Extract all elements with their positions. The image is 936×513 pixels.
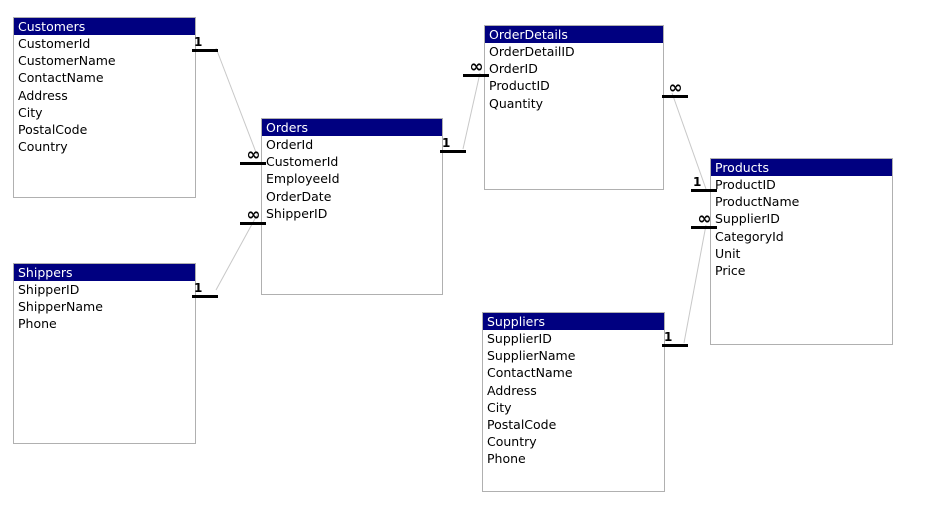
entity-field: CustomerName (18, 53, 116, 69)
entity-field: City (18, 104, 43, 120)
entity-table-customers[interactable]: Customers CustomerId CustomerName ContactNa… (13, 17, 196, 198)
entity-field: PostalCode (18, 122, 88, 138)
entity-field: ProductID (715, 177, 776, 192)
entity-field: Phone (18, 316, 57, 332)
entity-field-list-orders: OrderId CustomerId EmployeeId OrderDate Ship… (262, 136, 442, 222)
entity-field: Quantity (489, 95, 544, 111)
entity-title-suppliers: Suppliers (483, 313, 664, 330)
entity-field: CustomerId (266, 154, 339, 170)
entity-field: CategoryId (715, 228, 784, 244)
relationship-line-products-orderdetails (671, 92, 707, 190)
relationship-line-suppliers-products (683, 224, 707, 344)
entity-field-list-customers: CustomerId CustomerName ContactName Address… (14, 35, 195, 155)
entity-field: SupplierID (487, 331, 552, 346)
cardinality-bar (662, 344, 688, 347)
entity-field-list-orderdetails: OrderDetailID OrderID ProductID Quantity (485, 43, 663, 112)
entity-field: Price (715, 263, 746, 279)
entity-field: OrderId (266, 137, 314, 152)
entity-field: ShipperID (266, 205, 328, 221)
entity-field: Country (487, 434, 537, 450)
entity-field: Address (487, 382, 537, 398)
cardinality-bar (440, 150, 466, 153)
entity-table-orderdetails[interactable]: OrderDetails OrderDetailID OrderID ProductI… (484, 25, 664, 190)
entity-table-shippers[interactable]: Shippers ShipperID ShipperName Phone (13, 263, 196, 444)
entity-title-shippers: Shippers (14, 264, 195, 281)
cardinality-symbol: ∞ (668, 78, 682, 98)
entity-table-orders[interactable]: Orders OrderId CustomerId EmployeeId OrderDa… (261, 118, 443, 295)
entity-field: Unit (715, 245, 741, 261)
entity-title-products: Products (711, 159, 892, 176)
entity-field: Country (18, 139, 68, 155)
entity-field: SupplierID (715, 211, 780, 227)
entity-field: EmployeeId (266, 171, 340, 187)
entity-field: ContactName (18, 70, 104, 86)
cardinality-symbol: 1 (442, 136, 451, 150)
entity-field: ProductID (489, 78, 550, 94)
entity-field: ShipperName (18, 299, 103, 315)
cardinality-bar (662, 95, 688, 98)
cardinality-marker-orders-one: 1 (440, 131, 466, 153)
entity-title-orders: Orders (262, 119, 442, 136)
cardinality-marker-od-many-product: ∞ (662, 76, 688, 98)
entity-field: OrderDate (266, 188, 332, 204)
entity-field-list-shippers: ShipperID ShipperName Phone (14, 281, 195, 333)
entity-table-suppliers[interactable]: Suppliers SupplierID SupplierName ContactNa… (482, 312, 665, 492)
relationship-line-customers-orders (215, 47, 258, 156)
entity-field: OrderDetailID (489, 44, 575, 59)
entity-field: Address (18, 87, 68, 103)
relationship-line-orders-orderdetails (462, 72, 481, 150)
entity-field: ShipperID (18, 282, 80, 297)
relationship-line-shippers-orders (215, 214, 258, 291)
entity-field: CustomerId (18, 36, 91, 51)
entity-title-customers: Customers (14, 18, 195, 35)
entity-field: ContactName (487, 365, 573, 381)
entity-field-list-suppliers: SupplierID SupplierName ContactName Address… (483, 330, 664, 468)
entity-field: City (487, 399, 512, 415)
entity-field: PostalCode (487, 417, 557, 433)
er-diagram-canvas: Customers CustomerId CustomerName ContactNa… (0, 0, 936, 513)
entity-title-orderdetails: OrderDetails (485, 26, 663, 43)
entity-table-products[interactable]: Products ProductID ProductName SupplierID Ca… (710, 158, 893, 345)
cardinality-marker-suppliers-one: 1 (662, 325, 688, 347)
entity-field: SupplierName (487, 348, 576, 364)
entity-field: Phone (487, 451, 526, 467)
entity-field: ProductName (715, 194, 800, 210)
cardinality-symbol: 1 (664, 330, 673, 344)
entity-field: OrderID (489, 61, 538, 77)
entity-field-list-products: ProductID ProductName SupplierID CategoryId… (711, 176, 892, 279)
